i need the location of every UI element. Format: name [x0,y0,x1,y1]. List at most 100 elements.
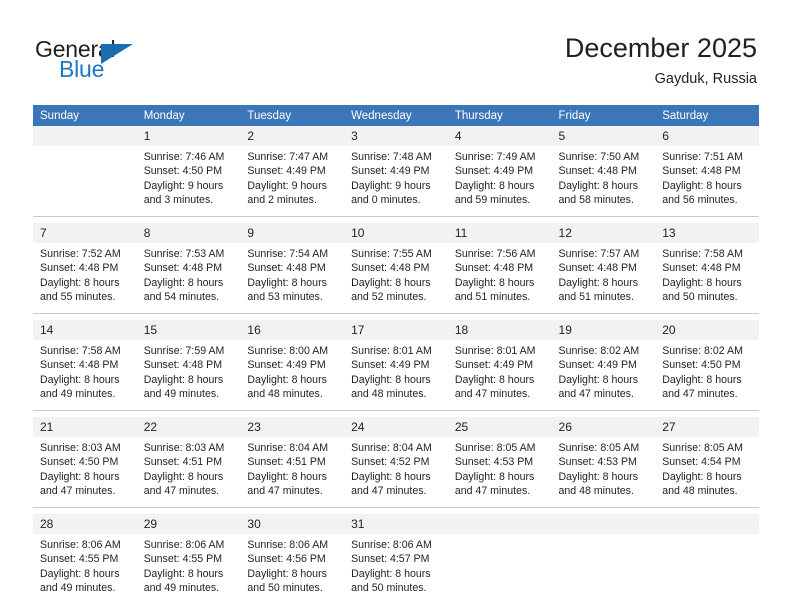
sunrise-text: Sunrise: 7:57 AM [558,248,640,260]
day-cell-14[interactable]: 14 Sunrise: 7:58 AM Sunset: 4:48 PM Dayligh… [33,320,137,411]
day-info: Sunrise: 7:53 AM Sunset: 4:48 PM Daylight:… [137,243,241,304]
daylight-text: Daylight: 8 hours [662,179,742,192]
daylight-text: and 53 minutes. [247,290,323,303]
sunset-text: Sunset: 4:50 PM [662,359,741,372]
daylight-text: and 48 minutes. [351,387,427,400]
general-blue-logo[interactable]: General Blue [35,36,165,86]
daylight-text: Daylight: 8 hours [662,373,742,386]
day-cell-17[interactable]: 17 Sunrise: 8:01 AM Sunset: 4:49 PM Dayligh… [344,320,448,411]
daylight-text: Daylight: 8 hours [143,470,224,483]
daylight-text: and 47 minutes. [143,484,220,497]
sunset-text: Sunset: 4:49 PM [351,359,430,372]
day-cell-26[interactable]: 26 Sunrise: 8:05 AM Sunset: 4:53 PM Dayligh… [551,417,656,508]
daylight-text: Daylight: 8 hours [247,470,327,483]
day-cell-30[interactable]: 30 Sunrise: 8:06 AM Sunset: 4:56 PM Dayligh… [240,514,345,604]
day-cell-8[interactable]: 8 Sunrise: 7:53 AM Sunset: 4:48 PM Daylight… [136,223,241,314]
sunrise-text: Sunrise: 8:00 AM [247,345,329,357]
day-cell-13[interactable]: 13 Sunrise: 7:58 AM Sunset: 4:48 PM Dayligh… [655,223,759,314]
daylight-text: and 47 minutes. [40,484,116,497]
week-row: 7 Sunrise: 7:52 AM Sunset: 4:48 PM Daylight… [33,223,759,314]
sunset-text: Sunset: 4:50 PM [143,165,223,178]
day-info: Sunrise: 7:58 AM Sunset: 4:48 PM Daylight:… [655,243,759,304]
sunrise-text: Sunrise: 7:50 AM [558,151,640,163]
sunset-text: Sunset: 4:53 PM [558,456,637,469]
day-cell-6[interactable]: 6 Sunrise: 7:51 AM Sunset: 4:48 PM Daylight… [655,126,759,217]
sunrise-text: Sunrise: 7:55 AM [351,248,432,260]
day-cell-19[interactable]: 19 Sunrise: 8:02 AM Sunset: 4:49 PM Dayligh… [551,320,656,411]
day-cell-11[interactable]: 11 Sunrise: 7:56 AM Sunset: 4:48 PM Dayligh… [447,223,552,314]
day-cell-29[interactable]: 29 Sunrise: 8:06 AM Sunset: 4:55 PM Dayligh… [136,514,241,604]
day-cell-18[interactable]: 18 Sunrise: 8:01 AM Sunset: 4:49 PM Dayligh… [447,320,552,411]
weekday-header-tuesday: Tuesday [240,105,345,126]
day-cell-5[interactable]: 5 Sunrise: 7:50 AM Sunset: 4:48 PM Daylight… [551,126,656,217]
day-number: 28 [33,514,137,534]
daylight-text: Daylight: 8 hours [454,373,535,386]
day-info: Sunrise: 8:03 AM Sunset: 4:50 PM Daylight:… [33,437,137,498]
day-cell-28[interactable]: 28 Sunrise: 8:06 AM Sunset: 4:55 PM Dayligh… [33,514,137,604]
daylight-text: and 47 minutes. [351,484,427,497]
day-info: Sunrise: 8:05 AM Sunset: 4:54 PM Daylight:… [655,437,759,498]
day-cell-12[interactable]: 12 Sunrise: 7:57 AM Sunset: 4:48 PM Dayligh… [551,223,656,314]
day-cell-22[interactable]: 22 Sunrise: 8:03 AM Sunset: 4:51 PM Dayligh… [136,417,241,508]
sunset-text: Sunset: 4:56 PM [247,553,326,566]
day-cell-4[interactable]: 4 Sunrise: 7:49 AM Sunset: 4:49 PM Daylight… [447,126,552,217]
day-cell-3[interactable]: 3 Sunrise: 7:48 AM Sunset: 4:49 PM Daylight… [344,126,448,217]
location-label: Gayduk, Russia [654,71,757,87]
day-cell-27[interactable]: 27 Sunrise: 8:05 AM Sunset: 4:54 PM Dayligh… [655,417,759,508]
sunset-text: Sunset: 4:53 PM [454,456,534,469]
sunrise-text: Sunrise: 7:47 AM [247,151,329,163]
calendar-header-row: Sunday Monday Tuesday Wednesday Thursday Frid… [33,105,759,126]
day-info: Sunrise: 8:02 AM Sunset: 4:50 PM Daylight:… [655,340,759,401]
day-cell-7[interactable]: 7 Sunrise: 7:52 AM Sunset: 4:48 PM Daylight… [33,223,137,314]
sunrise-text: Sunrise: 7:52 AM [40,248,121,260]
sunset-text: Sunset: 4:48 PM [143,262,223,275]
day-number: 7 [33,223,137,243]
daylight-text: and 56 minutes. [662,193,738,206]
daylight-text: Daylight: 8 hours [558,470,639,483]
weekday-header-sunday: Sunday [33,105,137,126]
day-number: 19 [551,320,656,340]
daylight-text: Daylight: 8 hours [558,179,639,192]
day-cell-15[interactable]: 15 Sunrise: 7:59 AM Sunset: 4:48 PM Dayligh… [136,320,241,411]
day-cell-9[interactable]: 9 Sunrise: 7:54 AM Sunset: 4:48 PM Daylight… [240,223,345,314]
day-number: 4 [447,126,552,146]
sunset-text: Sunset: 4:48 PM [143,359,223,372]
day-cell-24[interactable]: 24 Sunrise: 8:04 AM Sunset: 4:52 PM Dayligh… [344,417,448,508]
daylight-text: Daylight: 8 hours [247,276,327,289]
day-cell-20[interactable]: 20 Sunrise: 8:02 AM Sunset: 4:50 PM Dayligh… [655,320,759,411]
day-cell-2[interactable]: 2 Sunrise: 7:47 AM Sunset: 4:49 PM Daylight… [240,126,345,217]
sunrise-text: Sunrise: 8:01 AM [351,345,432,357]
daylight-text: and 47 minutes. [454,484,531,497]
calendar-grid: Sunday Monday Tuesday Wednesday Thursday Frid… [33,105,759,604]
day-cell-25[interactable]: 25 Sunrise: 8:05 AM Sunset: 4:53 PM Dayligh… [447,417,552,508]
daylight-text: Daylight: 8 hours [558,276,639,289]
week-row: 28 Sunrise: 8:06 AM Sunset: 4:55 PM Dayligh… [33,514,759,604]
day-cell-21[interactable]: 21 Sunrise: 8:03 AM Sunset: 4:50 PM Dayligh… [33,417,137,508]
weekday-header-friday: Friday [551,105,656,126]
sunset-text: Sunset: 4:48 PM [454,262,534,275]
page-header: General Blue December 2025 Gayduk, Russi… [0,0,792,104]
day-cell-31[interactable]: 31 Sunrise: 8:06 AM Sunset: 4:57 PM Dayligh… [344,514,448,604]
day-cell-1[interactable]: 1 Sunrise: 7:46 AM Sunset: 4:50 PM Daylight… [136,126,241,217]
daylight-text: Daylight: 8 hours [454,276,535,289]
day-number: 12 [551,223,656,243]
day-cell-10[interactable]: 10 Sunrise: 7:55 AM Sunset: 4:48 PM Dayligh… [344,223,448,314]
sunrise-text: Sunrise: 7:56 AM [454,248,536,260]
daylight-text: Daylight: 8 hours [143,373,224,386]
daylight-text: Daylight: 8 hours [143,276,224,289]
day-number: 17 [344,320,448,340]
sunset-text: Sunset: 4:49 PM [247,165,326,178]
sunset-text: Sunset: 4:49 PM [351,165,430,178]
sunset-text: Sunset: 4:55 PM [143,553,223,566]
sunset-text: Sunset: 4:48 PM [558,262,637,275]
sunset-text: Sunset: 4:48 PM [662,165,741,178]
sunset-text: Sunset: 4:49 PM [558,359,637,372]
daylight-text: and 52 minutes. [351,290,427,303]
day-number: 9 [240,223,345,243]
weekday-header-saturday: Saturday [655,105,759,126]
daylight-text: and 50 minutes. [351,581,427,594]
day-cell-16[interactable]: 16 Sunrise: 8:00 AM Sunset: 4:49 PM Dayligh… [240,320,345,411]
day-info: Sunrise: 8:06 AM Sunset: 4:56 PM Daylight:… [240,534,344,595]
day-cell-23[interactable]: 23 Sunrise: 8:04 AM Sunset: 4:51 PM Dayligh… [240,417,345,508]
daylight-text: Daylight: 8 hours [558,373,639,386]
